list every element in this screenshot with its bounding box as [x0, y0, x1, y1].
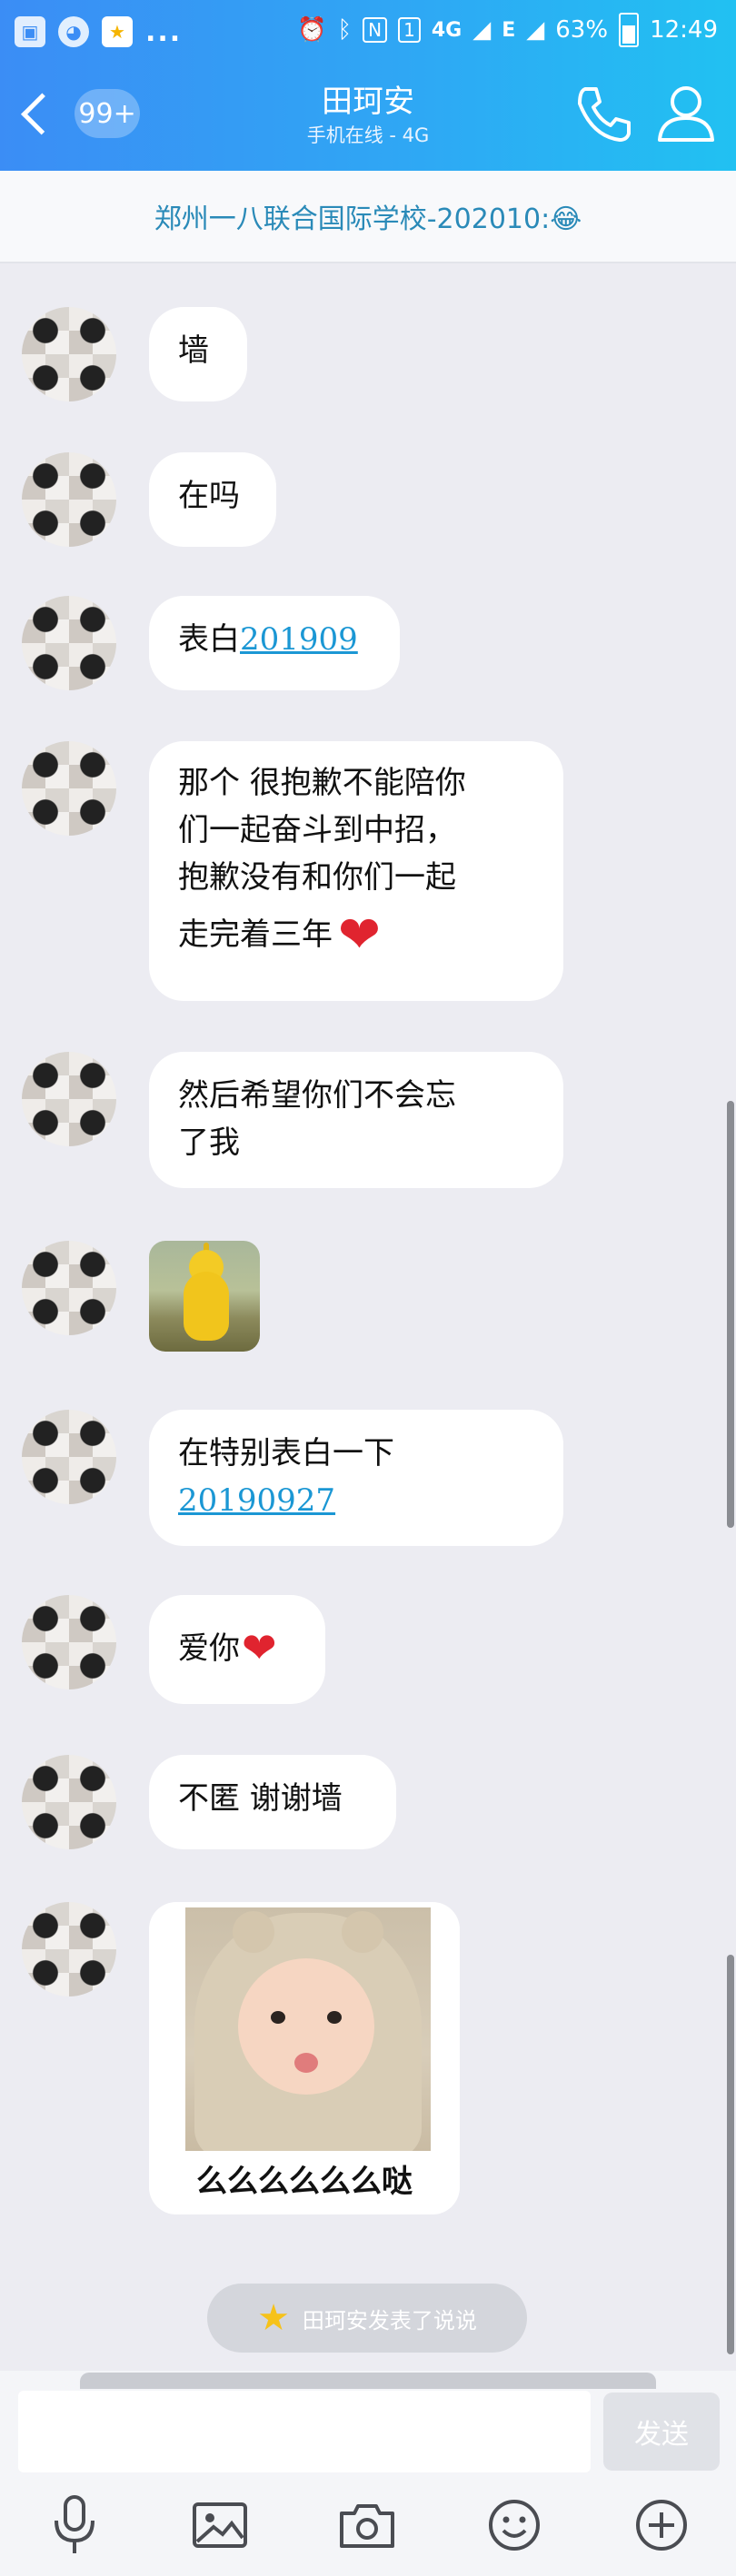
message-text: 在吗 — [178, 478, 240, 514]
sticker-detail — [271, 2011, 285, 2024]
sender-avatar[interactable] — [22, 452, 116, 547]
signal-icon-2: ◢ — [526, 16, 545, 44]
message-line: 在特别表白一下 — [178, 1435, 394, 1471]
qzone-star-icon: ★ — [257, 2297, 290, 2339]
more-button[interactable] — [625, 2489, 698, 2561]
message-bubble[interactable]: 在吗 — [149, 452, 276, 547]
alarm-icon: ⏰ — [297, 16, 327, 44]
unread-badge: 99+ — [75, 89, 140, 138]
sticker-detail — [238, 1958, 374, 2095]
message-bubble[interactable]: 然后希望你们不会忘 了我 — [149, 1052, 563, 1188]
message-bubble[interactable]: 墙 — [149, 307, 247, 401]
message-bubble[interactable]: 在特别表白一下 20190927 — [149, 1410, 563, 1546]
teletubby-sticker[interactable] — [149, 1241, 260, 1352]
message-bubble[interactable]: 那个 很抱歉不能陪你 们一起奋斗到中招， 抱歉没有和你们一起 走完着三年 ❤ — [149, 741, 563, 1001]
plus-icon — [636, 2500, 687, 2551]
message-input[interactable] — [18, 2391, 591, 2472]
sticker-caption: 么么么么么么哒 — [196, 2164, 413, 2200]
message-line: 了我 — [178, 1125, 240, 1161]
emoji-button[interactable] — [478, 2489, 551, 2561]
camera-button[interactable] — [331, 2489, 403, 2561]
message-bubble[interactable]: 表白201909 — [149, 596, 400, 690]
sender-avatar[interactable] — [22, 1410, 116, 1504]
back-button[interactable]: 99+ — [13, 84, 140, 144]
top-bar: ▣ ◕ ★ ... ⏰ ᛒ N 1 4G ◢ E ◢ 63% 12:49 99+… — [0, 0, 736, 171]
message-line: 那个 很抱歉不能陪你 — [178, 765, 466, 801]
moment-notice-text: 田珂安发表了说说 — [302, 2307, 477, 2333]
sender-avatar[interactable] — [22, 1595, 116, 1689]
sender-avatar[interactable] — [22, 307, 116, 401]
moment-notice[interactable]: ★ 田珂安发表了说说 — [207, 2284, 527, 2353]
sender-avatar[interactable] — [22, 1052, 116, 1146]
contact-online-status: 手机在线 - 4G — [306, 124, 430, 146]
message-line: 们一起奋斗到中招， — [178, 812, 456, 848]
red-heart-emoji: ❤ — [242, 1623, 277, 1672]
call-button[interactable] — [572, 82, 636, 145]
app-notification-icon: ◕ — [58, 16, 89, 47]
sim-indicator: 1 — [398, 17, 421, 43]
emoji-icon — [489, 2500, 540, 2551]
message-line: 然后希望你们不会忘 — [178, 1077, 456, 1114]
clock: 12:49 — [650, 16, 718, 44]
star-notification-icon: ★ — [102, 16, 133, 47]
message-line: 走完着三年 — [178, 916, 333, 953]
sender-avatar[interactable] — [22, 741, 116, 836]
date-link[interactable]: 201909 — [240, 621, 358, 658]
voice-button[interactable] — [38, 2489, 111, 2561]
contact-name: 田珂安 — [322, 84, 414, 120]
baby-kiss-sticker[interactable]: 么么么么么么哒 — [149, 1902, 460, 2214]
phone-icon — [578, 87, 631, 142]
sender-avatar[interactable] — [22, 596, 116, 690]
send-button[interactable]: 发送 — [603, 2393, 720, 2471]
message-bubble[interactable]: 爱你❤ — [149, 1595, 325, 1704]
sticker-detail — [342, 1911, 383, 1953]
message-bubble[interactable]: 不匿 谢谢墙 — [149, 1755, 396, 1849]
nfc-icon: N — [363, 17, 388, 43]
sticker-detail — [184, 1272, 229, 1341]
network-type-1: 4G — [431, 18, 462, 42]
sticker-detail — [294, 2053, 318, 2073]
input-bar-shadow — [80, 2373, 656, 2389]
message-text: 墙 — [178, 332, 209, 369]
image-button[interactable] — [184, 2489, 256, 2561]
red-heart-emoji: ❤ — [338, 906, 381, 965]
gallery-notification-icon: ▣ — [15, 16, 45, 47]
date-link[interactable]: 20190927 — [178, 1482, 335, 1519]
message-text: 表白 — [178, 621, 240, 658]
input-bar: 发送 — [0, 2371, 736, 2576]
microphone-icon — [55, 2495, 94, 2553]
profile-button[interactable] — [652, 80, 720, 147]
scrollbar-thumb[interactable] — [727, 1955, 734, 2354]
chevron-left-icon — [21, 92, 64, 135]
group-banner[interactable]: 郑州一八联合国际学校-202010:😂 — [0, 171, 736, 263]
sticker-detail — [327, 2011, 342, 2024]
bluetooth-icon: ᛒ — [337, 16, 353, 44]
person-icon — [658, 86, 714, 142]
battery-icon — [619, 13, 640, 47]
signal-icon: ◢ — [472, 16, 492, 44]
more-notifications: ... — [145, 15, 183, 48]
chat-title: 田珂安 手机在线 - 4G — [209, 82, 527, 149]
sender-avatar[interactable] — [22, 1755, 116, 1849]
sender-avatar[interactable] — [22, 1902, 116, 1996]
status-bar-left: ▣ ◕ ★ ... — [15, 9, 182, 54]
message-line: 抱歉没有和你们一起 — [178, 859, 456, 896]
network-type-2: E — [502, 18, 516, 42]
scrollbar-thumb[interactable] — [727, 1101, 734, 1528]
sender-avatar[interactable] — [22, 1241, 116, 1335]
sticker-detail — [233, 1911, 274, 1953]
status-bar-right: ⏰ ᛒ N 1 4G ◢ E ◢ 63% 12:49 — [297, 7, 718, 53]
sticker-image — [185, 1907, 431, 2151]
message-text: 爱你 — [178, 1630, 240, 1667]
camera-icon — [340, 2504, 394, 2548]
image-icon — [193, 2502, 247, 2548]
message-text: 不匿 谢谢墙 — [178, 1780, 343, 1817]
battery-percent: 63% — [555, 16, 609, 44]
